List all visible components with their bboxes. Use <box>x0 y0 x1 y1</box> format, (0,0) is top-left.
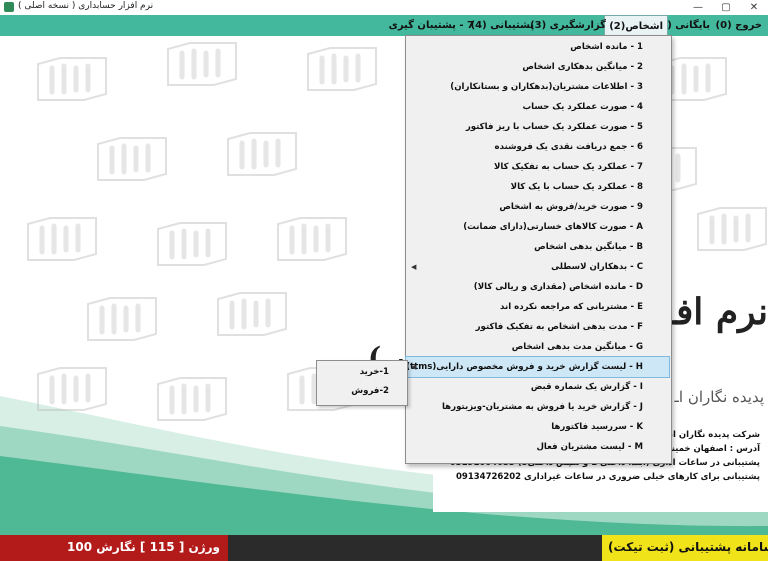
menu-bar: خروج (0) بایگانی (1) اشخاص(2) گزارشگیری … <box>0 15 768 36</box>
watermark-logo <box>30 56 114 102</box>
menu-item-not-visited[interactable]: E - مشتریانی که مراجعه نکرده اند <box>406 297 669 317</box>
menu-item-active-customers[interactable]: M - لیست مشتریان فعال <box>406 437 669 457</box>
persons-dropdown-menu: 1 - مانده اشخاص 2 - میانگین بدهکاری اشخا… <box>405 35 672 464</box>
menu-reports[interactable]: گزارشگیری (3) <box>526 15 610 36</box>
menu-backup[interactable]: 7 - پشتیبان گیری <box>385 15 478 36</box>
watermark-logo <box>150 376 234 422</box>
ttms-submenu: 1-خرید 2-فروش <box>316 360 408 406</box>
version-text: ورژن [ 115 ] نگارش 100 <box>67 540 220 554</box>
menu-item-avg-liability[interactable]: B - میانگین بدهی اشخاص <box>406 237 669 257</box>
menu-item-bad-debtors[interactable]: C - بدهکاران لاسطلی ◀ <box>406 257 669 277</box>
watermark-logo <box>270 216 354 262</box>
menu-item-invoice-due[interactable]: K - سررسید فاکتورها <box>406 417 669 437</box>
watermark-logo <box>690 206 768 252</box>
title-bar: نرم افزار حسابداری ( نسخه اصلی ) — ▢ ✕ <box>0 0 768 16</box>
menu-item-purchase-sales[interactable]: 9 - صورت خرید/فروش به اشخاص <box>406 197 669 217</box>
watermark-logo <box>150 221 234 267</box>
menu-exit[interactable]: خروج (0) <box>712 15 766 36</box>
watermark-logo <box>300 46 384 92</box>
menu-item-label: C - بدهکاران لاسطلی <box>551 262 643 272</box>
menu-item-performance-one-good[interactable]: 8 - عملکرد یک حساب با یک کالا <box>406 177 669 197</box>
menu-item-balance[interactable]: 1 - مانده اشخاص <box>406 37 669 57</box>
watermark-logo <box>80 296 164 342</box>
watermark-logo <box>90 136 174 182</box>
background-title: نرم افـ <box>665 291 768 333</box>
submenu-item-purchase[interactable]: 1-خرید <box>360 367 389 377</box>
watermark-logo <box>210 291 294 337</box>
menu-item-customer-info[interactable]: 3 - اطلاعات مشتریان(بدهکاران و بستانکارا… <box>406 77 669 97</box>
menu-item-balance-qty[interactable]: D - مانده اشخاص (مقداری و ریالی کالا) <box>406 277 669 297</box>
status-panel <box>228 535 602 561</box>
emergency-support-text: پشتیبانی برای کارهای خیلی ضروری در ساعات… <box>456 472 760 482</box>
menu-item-debt-duration[interactable]: F - مدت بدهی اشخاص به تفکیک فاکتور <box>406 317 669 337</box>
submenu-arrow-icon: ◀ <box>411 263 417 271</box>
menu-item-performance-by-goods[interactable]: 7 - عملکرد یک حساب به تفکیک کالا <box>406 157 669 177</box>
watermark-logo <box>30 366 114 412</box>
submenu-arrow-icon: ◀ <box>411 363 417 371</box>
background-subtitle: پدیده نگاران اـ <box>674 388 764 406</box>
watermark-logo <box>220 131 304 177</box>
watermark-logo <box>160 41 244 87</box>
watermark-logo <box>20 216 104 262</box>
close-button[interactable]: ✕ <box>740 0 768 15</box>
maximize-button[interactable]: ▢ <box>712 0 740 15</box>
menu-persons[interactable]: اشخاص(2) <box>604 15 668 36</box>
submenu-item-sales[interactable]: 2-فروش <box>351 386 389 396</box>
menu-item-label: H - لیست گزارش خرید و فروش مخصوص دارایی(… <box>406 362 643 372</box>
support-ticket-button[interactable]: سامانه پشتیبانی (ثبت تیکت) <box>608 540 768 554</box>
menu-item-damaged-goods[interactable]: A - صورت کالاهای خسارتی(دارای ضمانت) <box>406 217 669 237</box>
menu-item-receipt-report[interactable]: I - گزارش یک شماره قبض <box>406 377 669 397</box>
menu-item-seller-cash[interactable]: 6 - جمع دریافت نقدی یک فروشنده <box>406 137 669 157</box>
minimize-button[interactable]: — <box>684 0 712 15</box>
menu-item-avg-debt-duration[interactable]: G - میانگین مدت بدهی اشخاص <box>406 337 669 357</box>
window-title: نرم افزار حسابداری ( نسخه اصلی ) <box>18 1 154 11</box>
app-icon <box>4 2 14 12</box>
status-bar: ورژن [ 115 ] نگارش 100 سامانه پشتیبانی (… <box>0 535 768 561</box>
menu-item-visitor-report[interactable]: J - گزارش خرید یا فروش به مشتریان-ویزیتو… <box>406 397 669 417</box>
menu-item-account-performance-invoice[interactable]: 5 - صورت عملکرد یک حساب با ریز فاکتور <box>406 117 669 137</box>
menu-item-account-performance[interactable]: 4 - صورت عملکرد یک حساب <box>406 97 669 117</box>
menu-item-avg-debt[interactable]: 2 - میانگین بدهکاری اشخاص <box>406 57 669 77</box>
menu-item-ttms-report[interactable]: H - لیست گزارش خرید و فروش مخصوص دارایی(… <box>405 356 670 378</box>
support-ticket-panel[interactable]: سامانه پشتیبانی (ثبت تیکت) <box>602 535 768 561</box>
version-panel: ورژن [ 115 ] نگارش 100 <box>0 535 228 561</box>
